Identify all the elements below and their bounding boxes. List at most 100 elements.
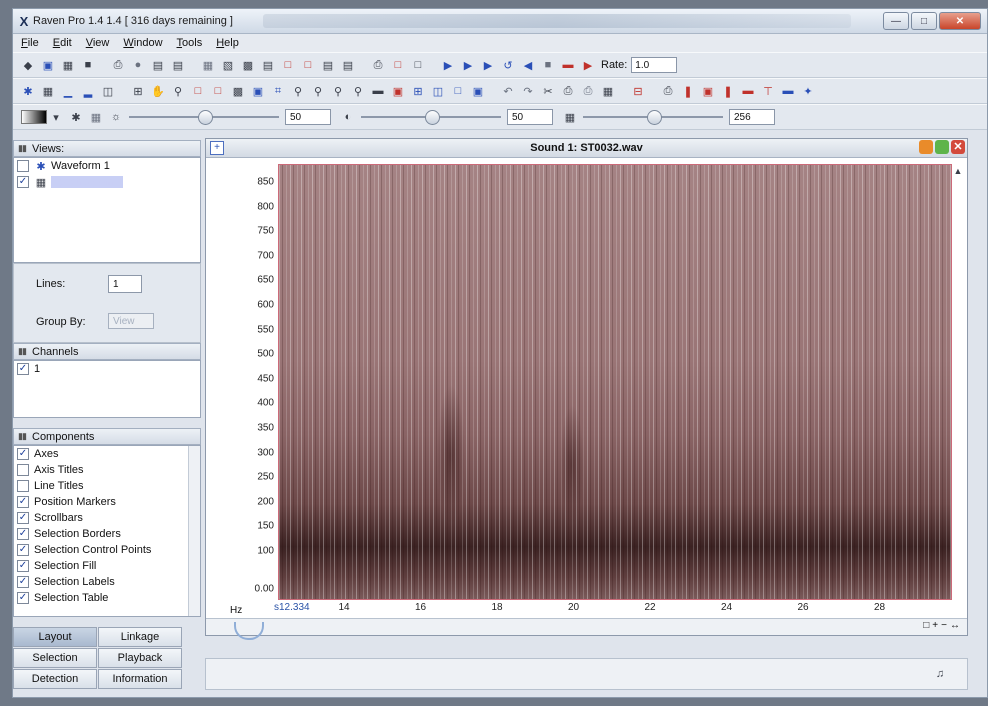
component-checkbox[interactable]: ✓ <box>17 528 29 540</box>
component-row[interactable]: ✓ Selection Borders <box>14 526 200 542</box>
window-size-value[interactable]: 256 <box>729 109 775 125</box>
component-checkbox[interactable]: ✓ <box>17 448 29 460</box>
panel-icon[interactable]: ◫ <box>101 84 115 98</box>
component-row[interactable]: ✓ Selection Labels <box>14 574 200 590</box>
grid-view-icon[interactable]: ⊞ <box>411 84 425 98</box>
components-header[interactable]: ▮▮ Components <box>13 428 201 445</box>
copy-icon[interactable]: ⎙ <box>111 58 125 72</box>
channel-checkbox[interactable]: ✓ <box>17 363 29 375</box>
document-icon[interactable]: ⎙ <box>661 84 675 98</box>
menu-edit[interactable]: Edit <box>53 37 72 49</box>
tab-layout[interactable]: Layout <box>13 627 97 647</box>
zoom-in-icon[interactable]: ⚲ <box>291 84 305 98</box>
amplify-icon[interactable]: ▬ <box>781 84 795 98</box>
star-icon[interactable]: ✦ <box>801 84 815 98</box>
menu-help[interactable]: Help <box>216 37 239 49</box>
columns-icon[interactable]: ◫ <box>431 84 445 98</box>
paste-icon[interactable]: ⎙ <box>581 84 595 98</box>
stop-icon[interactable]: ■ <box>541 58 555 72</box>
slice-view-icon[interactable]: ▁ <box>61 84 75 98</box>
scroll-icon[interactable]: ▬ <box>561 58 575 72</box>
settings-icon[interactable]: ▦ <box>89 110 103 124</box>
record-icon[interactable]: ● <box>131 58 145 72</box>
sound-close-button[interactable]: ✕ <box>951 140 965 154</box>
zoom-y-icon[interactable]: ⚲ <box>351 84 365 98</box>
frame-icon[interactable]: ▩ <box>231 84 245 98</box>
tab-detection[interactable]: Detection <box>13 669 97 689</box>
menu-window[interactable]: Window <box>123 37 162 49</box>
view-checkbox[interactable]: ✓ <box>17 176 29 188</box>
play-reverse-icon[interactable]: ◀ <box>521 58 535 72</box>
grid-icon[interactable]: ▦ <box>61 58 75 72</box>
menu-view[interactable]: View <box>86 37 110 49</box>
component-row[interactable]: Axis Titles <box>14 462 200 478</box>
insert-icon[interactable]: ▣ <box>701 84 715 98</box>
lines-input[interactable]: 1 <box>108 275 142 293</box>
loop-icon[interactable]: ↺ <box>501 58 515 72</box>
fade-icon[interactable]: ⊤ <box>761 84 775 98</box>
sound-minimize-button[interactable] <box>919 140 933 154</box>
component-checkbox[interactable]: ✓ <box>17 544 29 556</box>
minimize-button[interactable]: — <box>883 12 909 30</box>
group-by-select[interactable]: View <box>108 313 154 329</box>
brightness-value[interactable]: 50 <box>285 109 331 125</box>
colormap-dropdown-icon[interactable]: ▾ <box>49 110 63 124</box>
zoom-out-icon[interactable]: ⚲ <box>311 84 325 98</box>
slider-knob[interactable] <box>425 110 440 125</box>
spectrogram-plot[interactable] <box>278 164 952 600</box>
component-checkbox[interactable] <box>17 464 29 476</box>
zoom-controls[interactable]: □+−↔ <box>923 620 963 631</box>
export-icon[interactable]: ▩ <box>241 58 255 72</box>
doc-icon[interactable]: □ <box>391 58 405 72</box>
components-scrollbar[interactable] <box>188 446 200 616</box>
clip-window-icon[interactable]: ⊟ <box>631 84 645 98</box>
menu-tools[interactable]: Tools <box>177 37 203 49</box>
open-icon[interactable]: ◆ <box>21 58 35 72</box>
list-icon[interactable]: ▤ <box>321 58 335 72</box>
filter-icon[interactable]: ▦ <box>601 84 615 98</box>
title-bar[interactable]: X Raven Pro 1.4 1.4 [ 316 days remaining… <box>13 9 987 34</box>
bar-icon[interactable]: ▬ <box>371 84 385 98</box>
zoom-x-icon[interactable]: ⚲ <box>331 84 345 98</box>
menu-file[interactable]: File <box>21 37 39 49</box>
box-icon[interactable]: □ <box>451 84 465 98</box>
hand-icon[interactable]: ✋ <box>151 84 165 98</box>
tab-linkage[interactable]: Linkage <box>98 627 182 647</box>
channel-row[interactable]: ✓ 1 <box>14 361 200 377</box>
expand-icon[interactable]: ⌗ <box>271 84 285 98</box>
clip-icon[interactable]: □ <box>281 58 295 72</box>
component-checkbox[interactable]: ✓ <box>17 512 29 524</box>
play-forward-icon[interactable]: ▶ <box>481 58 495 72</box>
rate-input[interactable]: 1.0 <box>631 57 678 73</box>
tab-playback[interactable]: Playback <box>98 648 182 668</box>
tab-information[interactable]: Information <box>98 669 182 689</box>
slider-knob[interactable] <box>198 110 213 125</box>
component-row[interactable]: ✓ Scrollbars <box>14 510 200 526</box>
component-row[interactable]: ✓ Selection Fill <box>14 558 200 574</box>
clip2-icon[interactable]: □ <box>301 58 315 72</box>
component-checkbox[interactable]: ✓ <box>17 496 29 508</box>
view-checkbox[interactable] <box>17 160 29 172</box>
component-row[interactable]: ✓ Axes <box>14 446 200 462</box>
select-box-icon[interactable]: □ <box>191 84 205 98</box>
contrast-slider[interactable] <box>361 110 501 125</box>
new-icon[interactable]: ▣ <box>41 58 55 72</box>
bookmark-icon[interactable]: ▣ <box>391 84 405 98</box>
zoom-fit-icon[interactable]: ▣ <box>251 84 265 98</box>
component-checkbox[interactable]: ✓ <box>17 592 29 604</box>
rate-icon[interactable]: ▶ <box>581 58 595 72</box>
vertical-scrollbar[interactable]: ▲ <box>951 164 965 619</box>
copy2-icon[interactable]: ⎙ <box>561 84 575 98</box>
doc2-icon[interactable]: □ <box>411 58 425 72</box>
save-icon[interactable]: ▤ <box>171 58 185 72</box>
view-row-waveform[interactable]: ✱ Waveform 1 <box>14 158 200 174</box>
redo-icon[interactable]: ↷ <box>521 84 535 98</box>
zoom-box-icon[interactable]: ⊞ <box>131 84 145 98</box>
select-box2-icon[interactable]: □ <box>211 84 225 98</box>
maximize-button[interactable]: □ <box>911 12 937 30</box>
spectrum-view-icon[interactable]: ▂ <box>81 84 95 98</box>
contrast-value[interactable]: 50 <box>507 109 553 125</box>
component-row[interactable]: Line Titles <box>14 478 200 494</box>
spectrogram-view-icon[interactable]: ▦ <box>41 84 55 98</box>
waveform-view-icon[interactable]: ✱ <box>21 84 35 98</box>
